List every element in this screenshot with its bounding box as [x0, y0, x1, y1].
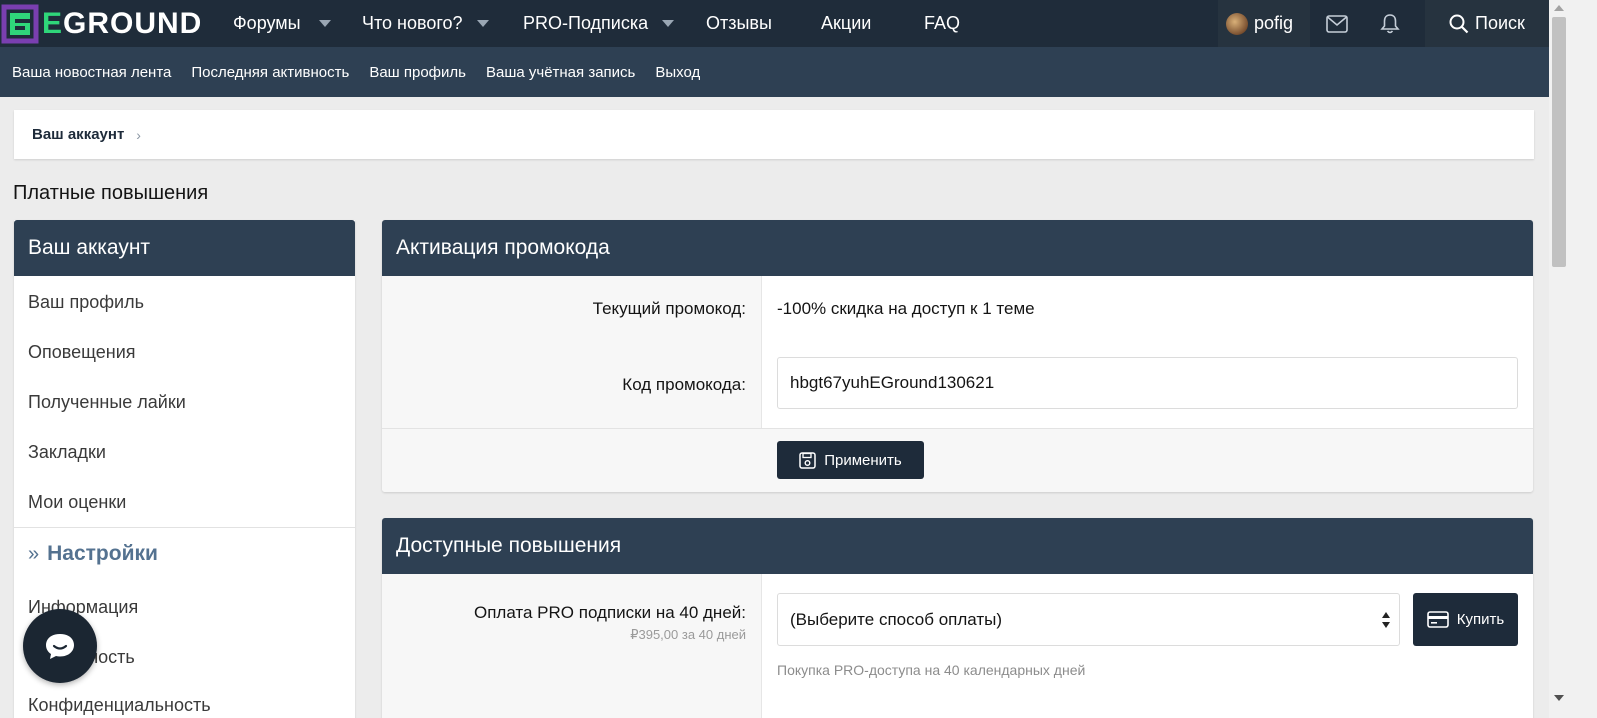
double-chevron-icon: »: [28, 542, 40, 565]
page-title: Платные повышения: [13, 182, 209, 204]
available-upgrades-block: Доступные повышения Оплата PRO подписки …: [382, 518, 1533, 718]
buy-button[interactable]: Купить: [1413, 593, 1518, 646]
promo-activation-block: Активация промокода Текущий промокод: -1…: [382, 220, 1533, 492]
save-icon: [799, 451, 816, 469]
breadcrumb-your-account[interactable]: Ваш аккаунт: [32, 126, 124, 143]
breadcrumb-separator: ›: [136, 126, 141, 143]
breadcrumb: Ваш аккаунт ›: [14, 110, 1534, 159]
envelope-icon: [1326, 14, 1348, 33]
promo-code-input[interactable]: [777, 357, 1518, 409]
user-menu[interactable]: pofig: [1218, 0, 1310, 47]
sidebar-divider: [14, 527, 355, 528]
subnav-latest-activity[interactable]: Последняя активность: [191, 64, 349, 81]
sidebar-item-likes[interactable]: Полученные лайки: [28, 392, 186, 413]
scroll-down-arrow-icon[interactable]: [1553, 692, 1565, 704]
sidebar-item-profile[interactable]: Ваш профиль: [28, 292, 144, 313]
sidebar-item-alerts[interactable]: Оповещения: [28, 342, 136, 363]
payment-method-select[interactable]: (Выберите способ оплаты): [777, 593, 1400, 646]
subnav-your-profile[interactable]: Ваш профиль: [369, 64, 466, 81]
chat-icon: [46, 634, 74, 659]
avatar: [1226, 12, 1248, 35]
upgrade-item-price: ₽395,00 за 40 дней: [630, 627, 746, 642]
subnav-logout[interactable]: Выход: [655, 64, 700, 81]
scrollbar-thumb[interactable]: [1552, 17, 1566, 267]
chevron-down-icon[interactable]: [318, 20, 331, 27]
upgrades-block-header: Доступные повышения: [382, 518, 1533, 574]
nav-promotions[interactable]: Акции: [821, 0, 871, 47]
nav-reviews[interactable]: Отзывы: [706, 0, 772, 47]
promo-code-label: Код промокода:: [622, 375, 746, 394]
search-button[interactable]: Поиск: [1425, 0, 1549, 47]
sidebar-item-bookmarks[interactable]: Закладки: [28, 442, 106, 463]
select-arrows-icon: [1382, 612, 1390, 628]
upgrade-item-label: Оплата PRO подписки на 40 дней:: [473, 603, 746, 622]
top-navbar: EGROUND Форумы Что нового? PRO-Подписка …: [0, 0, 1549, 47]
promo-form-footer: Применить: [382, 428, 1533, 492]
logo-text: EGROUND: [42, 6, 203, 40]
nav-faq[interactable]: FAQ: [924, 0, 960, 47]
logo-mark-icon: [1, 4, 39, 43]
sidebar-section-settings: » Настройки: [28, 542, 158, 565]
sidebar-item-ratings[interactable]: Мои оценки: [28, 492, 126, 513]
nav-whats-new[interactable]: Что нового?: [362, 0, 489, 47]
chat-widget-button[interactable]: [23, 609, 97, 683]
subnav-your-account[interactable]: Ваша учётная запись: [486, 64, 635, 81]
scroll-up-arrow-icon[interactable]: [1553, 2, 1565, 14]
credit-card-icon: [1426, 611, 1449, 628]
apply-promo-button[interactable]: Применить: [777, 441, 924, 479]
search-icon: [1449, 14, 1469, 33]
current-promo-label: Текущий промокод:: [592, 299, 746, 318]
nav-pro-subscription[interactable]: PRO-Подписка: [523, 0, 675, 47]
upgrade-explain-text: Покупка PRO-доступа на 40 календарных дн…: [777, 662, 1086, 678]
upgrades-form-label-column: [382, 574, 762, 718]
sidebar-item-confidentiality[interactable]: Конфиденциальность: [28, 695, 211, 716]
sub-navbar: Ваша новостная лента Последняя активност…: [0, 47, 1549, 97]
current-promo-value: -100% скидка на доступ к 1 теме: [777, 299, 1035, 318]
bell-icon: [1380, 14, 1400, 34]
site-logo[interactable]: EGROUND: [0, 0, 202, 47]
subnav-news-feed[interactable]: Ваша новостная лента: [12, 64, 171, 81]
username: pofig: [1254, 13, 1294, 33]
alerts-button[interactable]: [1365, 0, 1415, 47]
nav-forums[interactable]: Форумы: [233, 0, 331, 47]
promo-block-header: Активация промокода: [382, 220, 1533, 276]
chevron-down-icon[interactable]: [662, 20, 675, 27]
sidebar-header: Ваш аккаунт: [14, 220, 355, 276]
chevron-down-icon[interactable]: [476, 20, 489, 27]
inbox-button[interactable]: [1312, 0, 1362, 47]
